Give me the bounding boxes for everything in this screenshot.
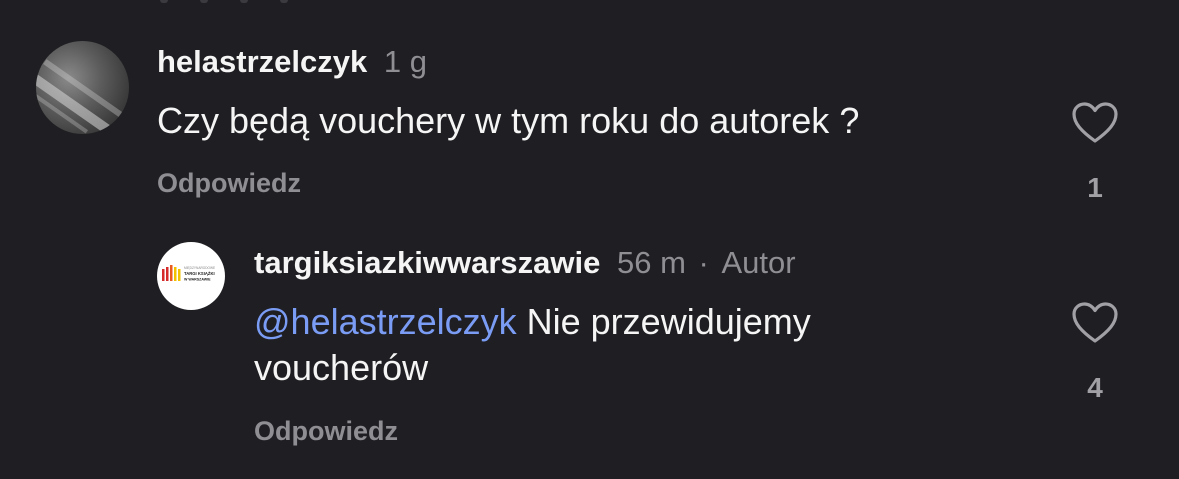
logo-text-line2: TARGI KSIĄŻKI [184, 271, 215, 276]
reply-button[interactable]: Odpowiedz [254, 416, 398, 447]
reply-text-line2: voucherów [254, 347, 429, 388]
mention-link[interactable]: @helastrzelczyk [254, 301, 517, 342]
heart-icon[interactable] [1071, 301, 1119, 345]
logo-text-line1: MIĘDZYNARODOWE [184, 266, 215, 270]
reply-text: @helastrzelczyk Nie przewidujemy voucher… [254, 299, 1014, 391]
logo-text-line3: W WARSZAWIE [184, 278, 211, 282]
meta-separator: · [698, 245, 709, 280]
like-count: 4 [1087, 372, 1103, 403]
reply-header: targiksiazkiwwarszawie 56 m · Autor [254, 245, 796, 281]
reply-timestamp: 56 m [616, 245, 686, 280]
reply-username[interactable]: targiksiazkiwwarszawie [254, 245, 600, 280]
author-badge: Autor [721, 245, 796, 280]
reply-text-line1: @helastrzelczyk Nie przewidujemy [254, 299, 1014, 345]
reply-text-part1: Nie przewidujemy [526, 301, 811, 342]
organizer-logo-avatar[interactable]: MIĘDZYNARODOWE TARGI KSIĄŻKI W WARSZAWIE [157, 242, 225, 310]
targi-logo-icon: MIĘDZYNARODOWE TARGI KSIĄŻKI W WARSZAWIE [162, 265, 215, 282]
reply-item: MIĘDZYNARODOWE TARGI KSIĄŻKI W WARSZAWIE… [0, 0, 1179, 479]
